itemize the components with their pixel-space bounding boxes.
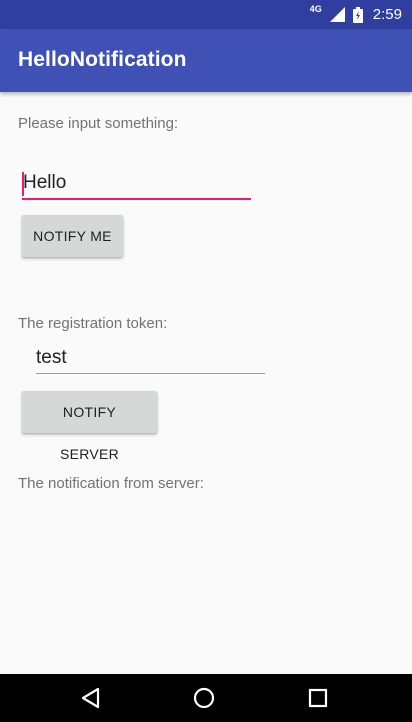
signal-icon	[329, 7, 345, 22]
input-field[interactable]: Hello	[22, 171, 251, 201]
token-field-underline	[36, 373, 265, 374]
input-field-underline	[22, 198, 251, 200]
notify-me-button[interactable]: NOTIFY ME	[22, 215, 123, 257]
recents-button[interactable]	[288, 674, 348, 722]
recents-icon	[308, 688, 328, 708]
token-label: The registration token:	[18, 315, 168, 332]
notify-server-button[interactable]: NOTIFY SERVER	[22, 391, 157, 462]
notification-label: The notification from server:	[18, 475, 204, 492]
back-button[interactable]	[61, 674, 121, 722]
app-title: HelloNotification	[18, 48, 187, 71]
battery-icon	[352, 6, 363, 23]
network-type-label: 4G	[309, 4, 322, 14]
clock: 2:59	[372, 6, 402, 23]
back-icon	[81, 687, 100, 709]
status-icons: 4G 2:59	[310, 0, 402, 29]
token-field-value: test	[36, 347, 67, 368]
navigation-bar	[0, 674, 412, 722]
status-bar: 4G 2:59	[0, 0, 412, 29]
input-field-value: Hello	[23, 172, 67, 193]
screen: 4G 2:59 HelloNotification Please input s…	[0, 0, 412, 722]
home-icon	[193, 687, 215, 709]
input-label: Please input something:	[18, 115, 179, 132]
token-field[interactable]: test	[36, 347, 265, 377]
app-bar: HelloNotification	[0, 29, 412, 92]
home-button[interactable]	[174, 674, 234, 722]
